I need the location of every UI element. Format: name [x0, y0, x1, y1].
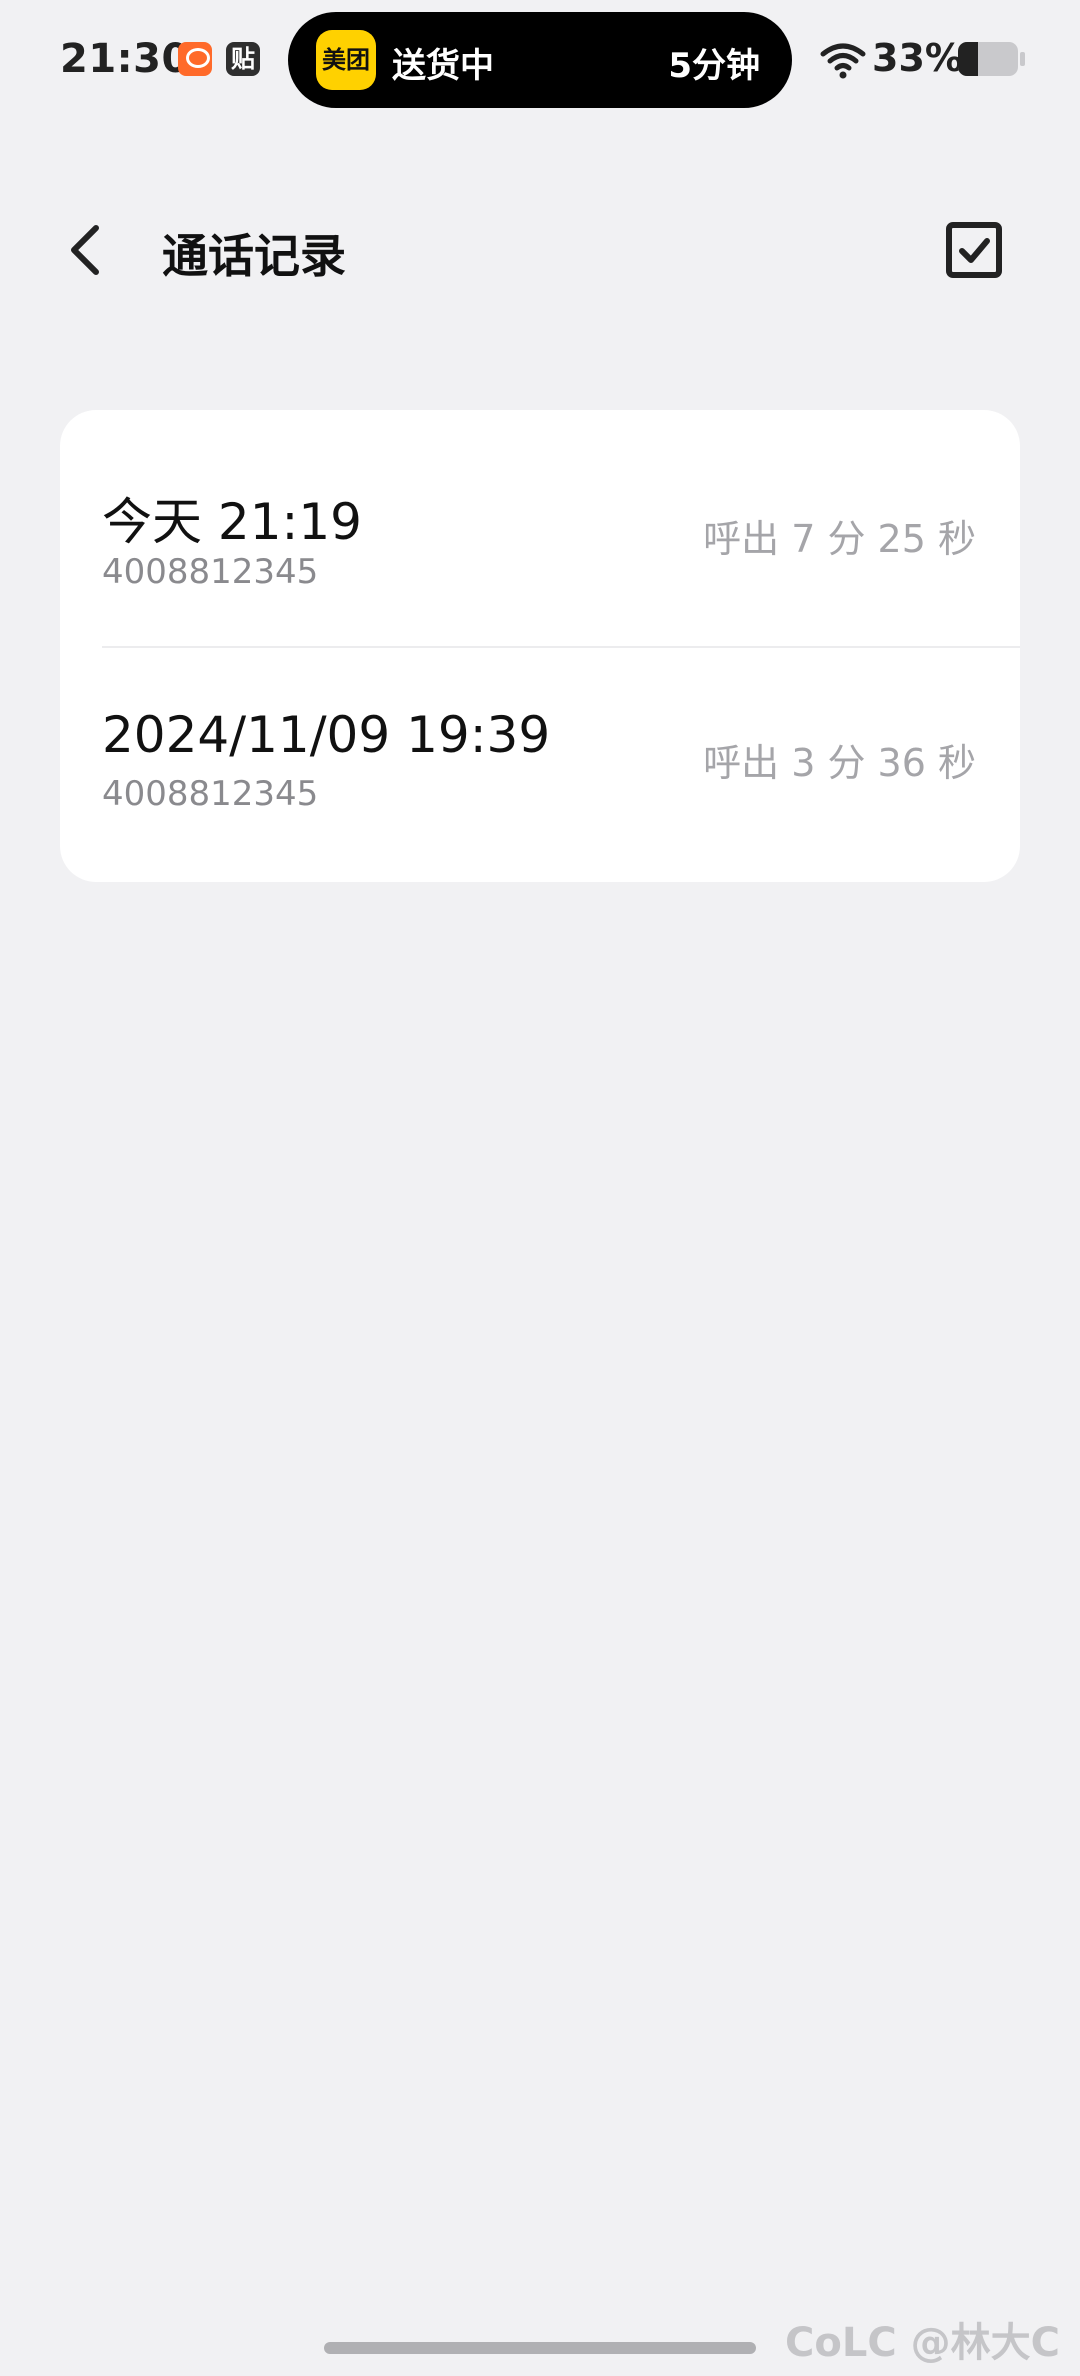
call-time: 今天 21:19 — [102, 493, 362, 551]
multi-select-checkbox-icon[interactable] — [944, 220, 1004, 280]
call-number: 4008812345 — [102, 552, 319, 592]
home-indicator[interactable] — [324, 2342, 756, 2354]
status-bar: 21:30 贴 美团 送货中 5分钟 33% — [0, 0, 1080, 120]
status-time: 21:30 — [60, 36, 190, 82]
screen: 21:30 贴 美团 送货中 5分钟 33% 通话记录 今天 21:19 400… — [0, 0, 1080, 2376]
wifi-icon — [820, 43, 866, 79]
battery-fill — [958, 42, 978, 76]
call-duration: 呼出 3 分 36 秒 — [703, 741, 976, 785]
tieba-app-icon: 贴 — [226, 42, 260, 76]
call-time: 2024/11/09 19:39 — [102, 706, 551, 764]
live-activity-eta: 5分钟 — [668, 46, 760, 86]
call-duration: 呼出 7 分 25 秒 — [703, 517, 976, 561]
battery-percent: 33% — [872, 36, 963, 80]
live-activity-pill[interactable]: 美团 送货中 5分钟 — [288, 12, 792, 108]
page-title: 通话记录 — [162, 229, 346, 283]
back-arrow-icon[interactable] — [56, 218, 120, 282]
live-activity-status: 送货中 — [392, 46, 494, 86]
call-number: 4008812345 — [102, 774, 319, 814]
kuaishou-app-icon — [178, 42, 212, 76]
call-log-row[interactable]: 2024/11/09 19:39 4008812345 呼出 3 分 36 秒 — [60, 646, 1020, 870]
battery-icon — [958, 42, 1018, 76]
battery-cap — [1020, 52, 1025, 66]
meituan-logo-icon: 美团 — [316, 30, 376, 90]
call-log-row[interactable]: 今天 21:19 4008812345 呼出 7 分 25 秒 — [60, 410, 1020, 634]
watermark: CoLC @林大C — [785, 2320, 1060, 2366]
call-log-card: 今天 21:19 4008812345 呼出 7 分 25 秒 2024/11/… — [60, 410, 1020, 882]
app-header: 通话记录 — [0, 200, 1080, 300]
